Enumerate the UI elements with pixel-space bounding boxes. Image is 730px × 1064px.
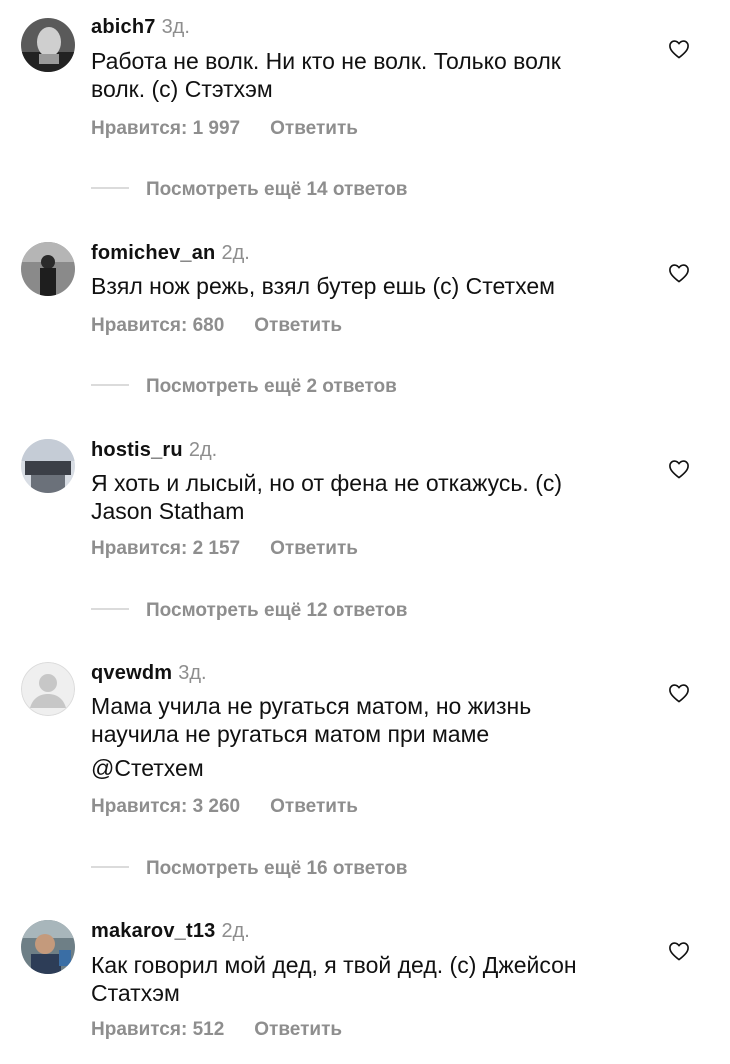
comment-text: Мама учила не ругаться матом, но жизнь н… [91, 692, 651, 782]
reply-button[interactable]: Ответить [254, 1019, 342, 1040]
comment-text-line: научила не ругаться матом при маме [91, 721, 490, 747]
comment-header: fomichev_an 2д. [91, 241, 250, 265]
timestamp: 3д. [161, 16, 190, 38]
username[interactable]: makarov_t13 [91, 920, 216, 942]
like-count: Нравится: 680 [91, 315, 225, 336]
comment-text: Работа не волк. Ни кто не волк. Только в… [91, 47, 651, 103]
avatar[interactable] [21, 439, 75, 493]
divider-line [91, 865, 129, 868]
username[interactable]: abich7 [91, 16, 156, 38]
heart-icon[interactable] [668, 941, 690, 961]
comment-text-line: Как говорил мой дед, я твой дед. (с) Дже… [91, 952, 577, 978]
comment-text: Взял нож режь, взял бутер ешь (с) Стетхе… [91, 272, 651, 300]
view-replies-button[interactable]: Посмотреть ещё 16 ответов [91, 858, 407, 880]
comment-text-line: Взял нож режь, взял бутер ешь (с) Стетхе… [91, 273, 555, 299]
timestamp: 2д. [221, 920, 250, 942]
comment-text: Я хоть и лысый, но от фена не откажусь. … [91, 469, 651, 525]
mention-link[interactable]: @Стетхем [91, 754, 651, 782]
like-count: Нравится: 2 157 [91, 538, 241, 559]
comment-text-line: Статхэм [91, 980, 180, 1006]
comment-header: hostis_ru 2д. [91, 438, 217, 462]
view-replies-button[interactable]: Посмотреть ещё 14 ответов [91, 179, 407, 201]
heart-icon[interactable] [668, 683, 690, 703]
timestamp: 2д. [188, 439, 218, 461]
comment-text-line: Я хоть и лысый, но от фена не откажусь. … [91, 470, 563, 496]
comment-header: makarov_t13 2д. [91, 919, 250, 943]
comment-actions: Нравится: 680 Ответить [91, 315, 342, 337]
username[interactable]: qvewdm [91, 662, 172, 684]
comment-text: Как говорил мой дед, я твой дед. (с) Дже… [91, 951, 651, 1007]
comment-header: qvewdm 3д. [91, 661, 207, 685]
comment-actions: Нравится: 512 Ответить [91, 1019, 342, 1041]
comment-header: abich7 3д. [91, 15, 190, 39]
timestamp: 2д. [221, 242, 250, 264]
view-replies-label: Посмотреть ещё 12 ответов [146, 600, 408, 621]
comment-text-line: Мама учила не ругаться матом, но жизнь [91, 693, 532, 719]
avatar[interactable] [21, 242, 75, 296]
heart-icon[interactable] [668, 263, 690, 283]
username[interactable]: fomichev_an [91, 242, 215, 264]
divider-line [91, 607, 129, 610]
view-replies-label: Посмотреть ещё 16 ответов [146, 858, 408, 879]
divider-line [91, 383, 129, 386]
avatar[interactable] [21, 920, 75, 974]
avatar[interactable] [21, 18, 75, 72]
reply-button[interactable]: Ответить [270, 118, 358, 139]
divider-line [91, 186, 129, 189]
comment-text-line: Работа не волк. Ни кто не волк. Только в… [91, 48, 561, 74]
heart-icon[interactable] [668, 39, 690, 59]
comment-text-line: волк. (с) Стэтхэм [91, 76, 273, 102]
comment-actions: Нравится: 1 997 Ответить [91, 118, 358, 140]
comment-actions: Нравится: 2 157 Ответить [91, 538, 358, 560]
username[interactable]: hostis_ru [91, 439, 183, 461]
timestamp: 3д. [178, 662, 207, 684]
reply-button[interactable]: Ответить [254, 315, 342, 336]
reply-button[interactable]: Ответить [270, 538, 358, 559]
default-avatar-icon[interactable] [21, 662, 75, 716]
like-count: Нравится: 3 260 [91, 796, 241, 817]
view-replies-label: Посмотреть ещё 14 ответов [146, 179, 408, 200]
heart-icon[interactable] [668, 459, 690, 479]
comment-actions: Нравится: 3 260 Ответить [91, 796, 358, 818]
like-count: Нравится: 512 [91, 1019, 225, 1040]
comment-text-line: Jason Statham [91, 498, 245, 524]
like-count: Нравится: 1 997 [91, 118, 241, 139]
view-replies-label: Посмотреть ещё 2 ответов [146, 376, 397, 397]
view-replies-button[interactable]: Посмотреть ещё 12 ответов [91, 600, 407, 622]
view-replies-button[interactable]: Посмотреть ещё 2 ответов [91, 376, 397, 398]
reply-button[interactable]: Ответить [270, 796, 358, 817]
